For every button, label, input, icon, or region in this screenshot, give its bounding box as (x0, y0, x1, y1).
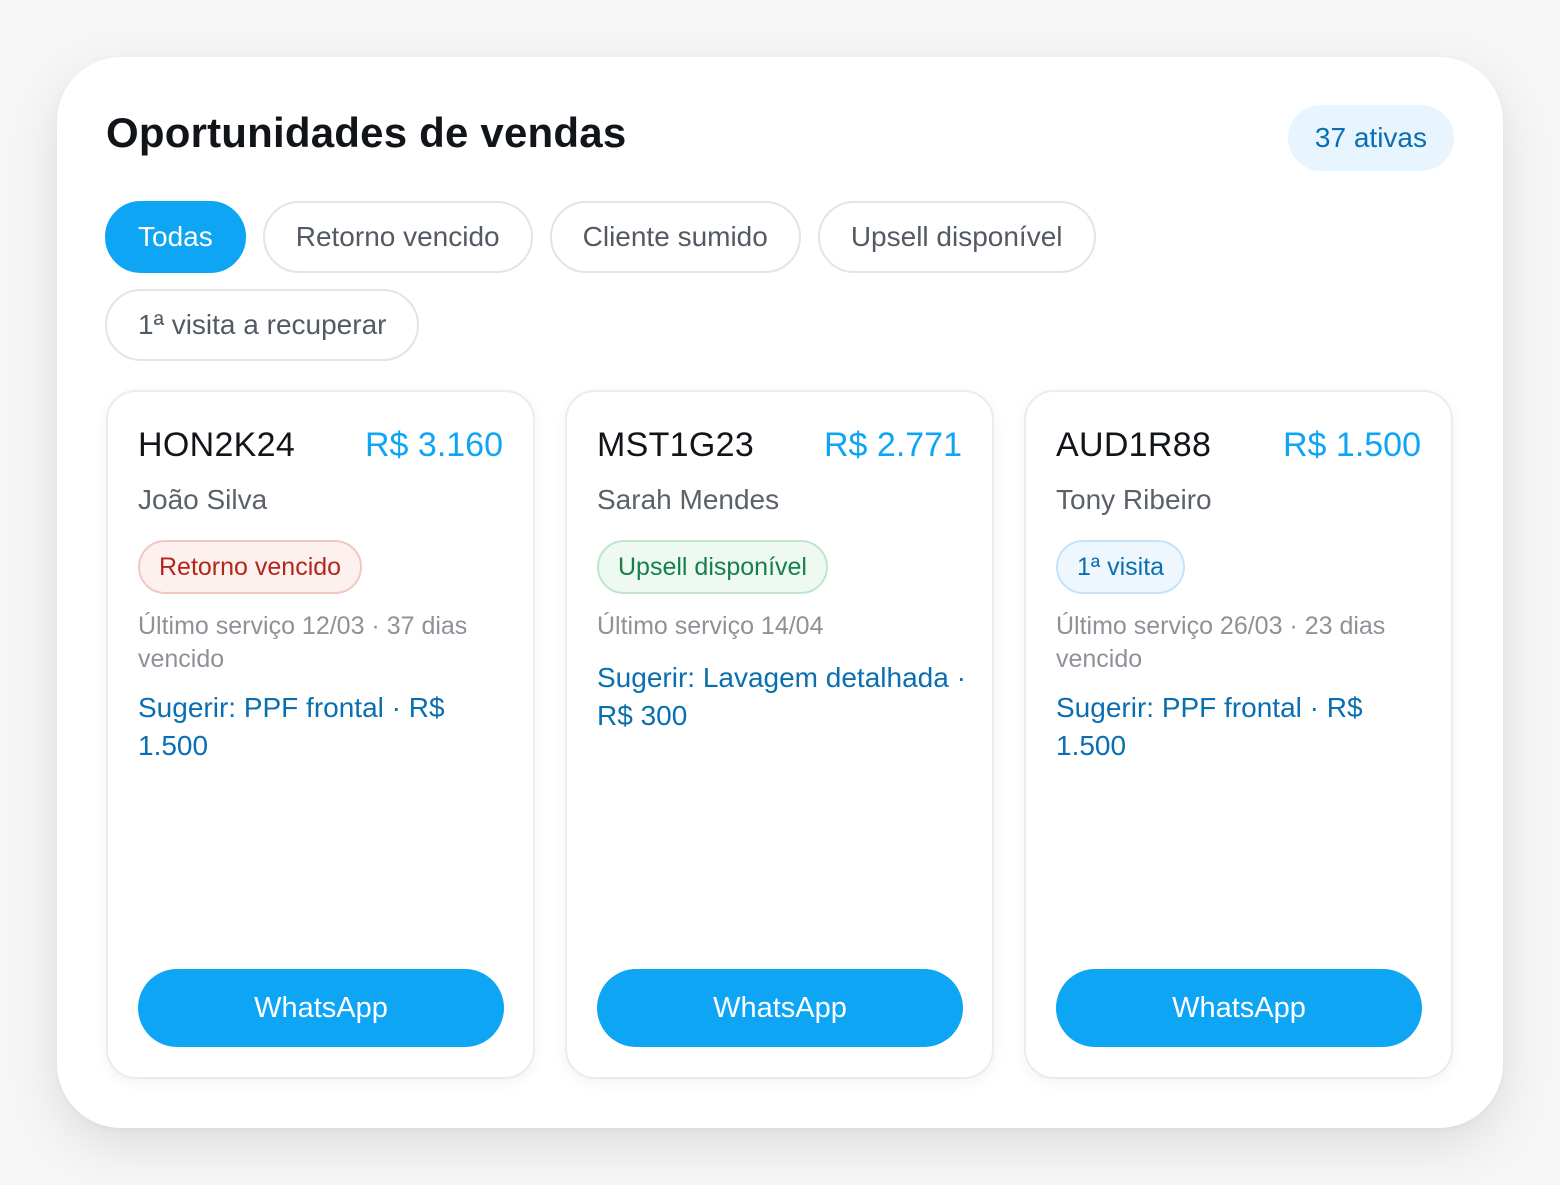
opportunity-card: HON2K24 R$ 3.160 João Silva Retorno venc… (106, 390, 535, 1079)
suggestion-text: Sugerir: PPF frontal · R$ 1.500 (1056, 692, 1363, 761)
opportunity-value: R$ 2.771 (824, 426, 962, 464)
client-name: João Silva (138, 484, 268, 515)
active-count-badge: 37 ativas (1287, 105, 1454, 171)
suggestion-text: Sugerir: PPF frontal · R$ 1.500 (138, 692, 445, 761)
filter-chips: Todas Retorno vencido Cliente sumido Ups… (105, 201, 1185, 361)
client-name: Sarah Mendes (597, 484, 780, 515)
status-badge: Upsell disponível (597, 540, 828, 594)
page-title: Oportunidades de vendas (106, 109, 627, 156)
last-service-info: Último serviço 14/04 (597, 612, 824, 640)
opportunity-card: AUD1R88 R$ 1.500 Tony Ribeiro 1ª visita … (1024, 390, 1453, 1079)
client-name: Tony Ribeiro (1056, 484, 1212, 515)
opportunity-card-list: HON2K24 R$ 3.160 João Silva Retorno venc… (106, 390, 1453, 1079)
whatsapp-button[interactable]: WhatsApp (138, 969, 504, 1047)
suggestion-text: Sugerir: Lavagem detalhada · R$ 300 (597, 662, 966, 731)
opportunity-value: R$ 1.500 (1283, 426, 1421, 464)
whatsapp-button[interactable]: WhatsApp (1056, 969, 1422, 1047)
filter-chip-retorno-vencido[interactable]: Retorno vencido (262, 201, 533, 273)
filter-chip-primeira-visita[interactable]: 1ª visita a recuperar (105, 289, 420, 361)
vehicle-plate: AUD1R88 (1056, 426, 1212, 464)
last-service-info: Último serviço 12/03 · 37 dias vencido (138, 612, 468, 673)
sales-opportunities-panel: Oportunidades de vendas 37 ativas Todas … (57, 57, 1503, 1128)
status-badge: Retorno vencido (138, 540, 363, 594)
status-badge: 1ª visita (1056, 540, 1186, 594)
opportunity-card: MST1G23 R$ 2.771 Sarah Mendes Upsell dis… (565, 390, 994, 1079)
vehicle-plate: HON2K24 (138, 426, 296, 464)
filter-chip-cliente-sumido[interactable]: Cliente sumido (549, 201, 801, 273)
vehicle-plate: MST1G23 (597, 426, 755, 464)
filter-chip-todas[interactable]: Todas (105, 201, 246, 273)
opportunity-value: R$ 3.160 (365, 426, 503, 464)
whatsapp-button[interactable]: WhatsApp (597, 969, 963, 1047)
last-service-info: Último serviço 26/03 · 23 dias vencido (1056, 612, 1386, 673)
filter-chip-upsell-disponivel[interactable]: Upsell disponível (817, 201, 1096, 273)
